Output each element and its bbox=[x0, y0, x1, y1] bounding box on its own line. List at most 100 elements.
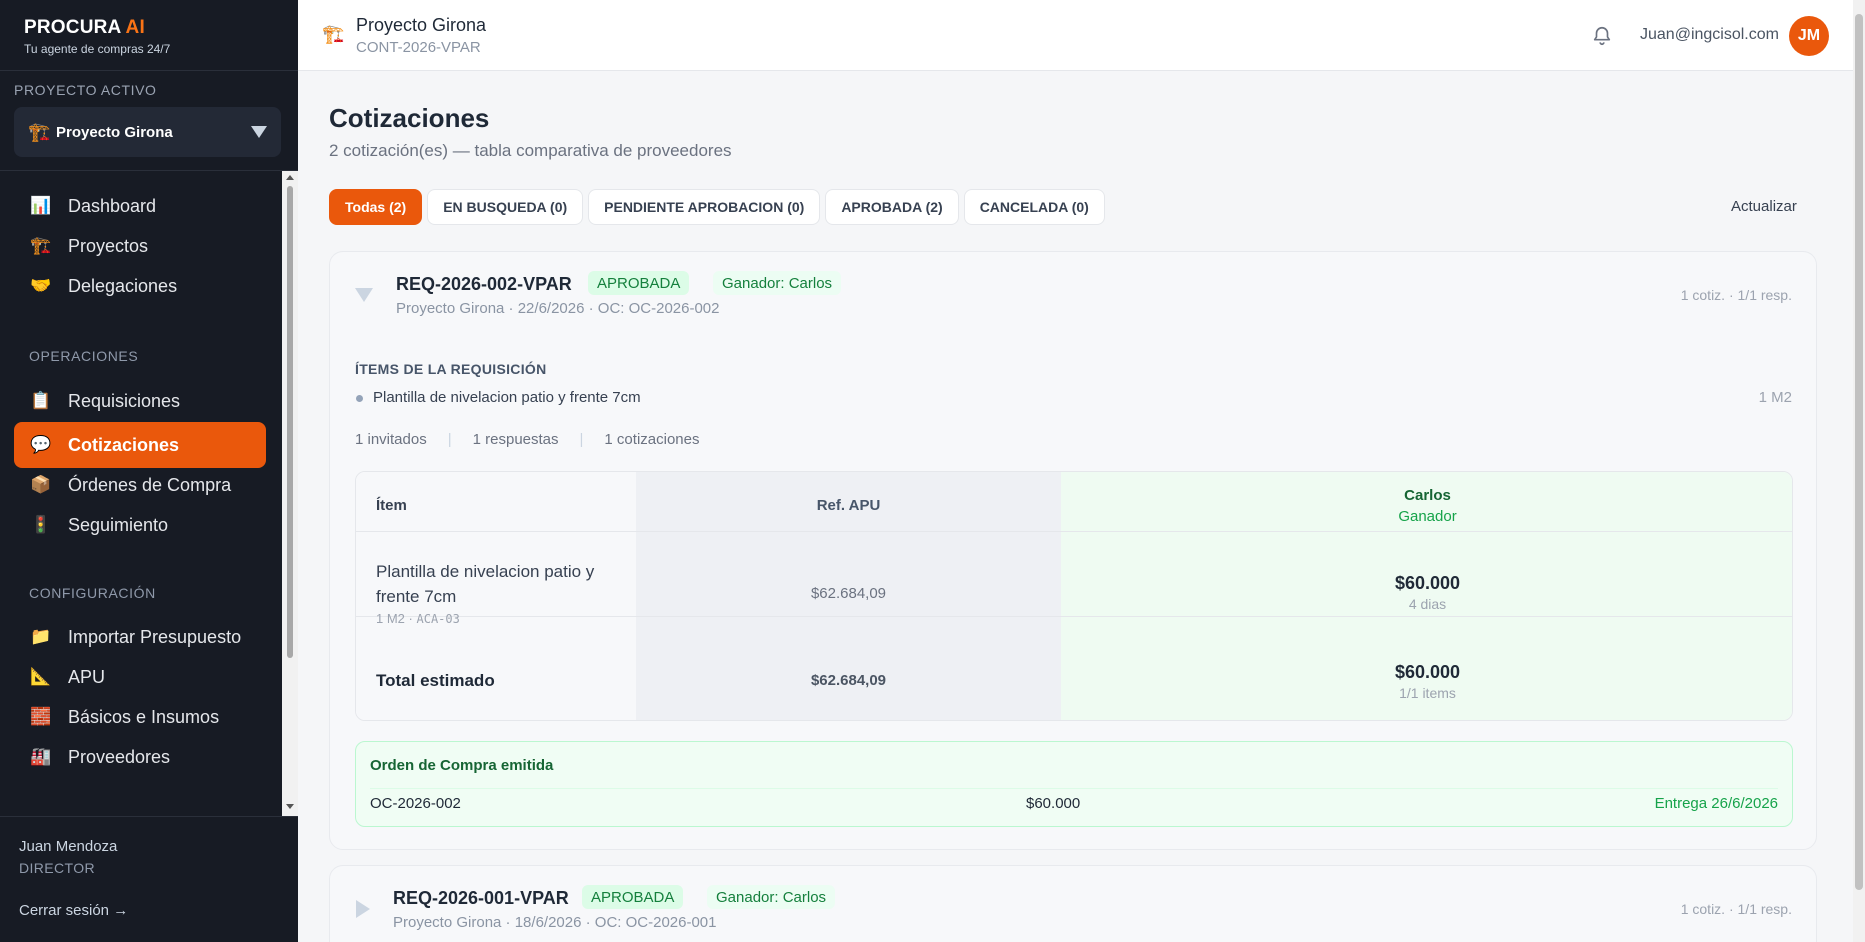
factory-icon: 🏭 bbox=[30, 747, 52, 766]
project-select[interactable]: 🏗️ Proyecto Girona bbox=[14, 107, 281, 157]
total-supplier-price: $60.000 bbox=[1394, 662, 1461, 682]
tab-aprobada[interactable]: APROBADA (2) bbox=[825, 189, 959, 225]
bullet-icon bbox=[356, 395, 363, 402]
sidebar-item-seguimiento[interactable]: 🚦 Seguimiento bbox=[14, 502, 266, 548]
page-subtitle: 2 cotización(es) — tabla comparativa de … bbox=[329, 141, 732, 160]
project-select-value: Proyecto Girona bbox=[56, 123, 173, 141]
sidebar: PROCURA AI Tu agente de compras 24/7 PRO… bbox=[0, 0, 298, 942]
folder-icon: 📁 bbox=[30, 627, 52, 646]
topbar: 🏗️ Proyecto Girona CONT-2026-VPAR Juan@i… bbox=[298, 0, 1853, 71]
stat-quotes: 1 cotizaciones bbox=[604, 431, 700, 448]
avatar[interactable]: JM bbox=[1789, 16, 1829, 56]
winner-badge: Ganador: Carlos bbox=[713, 271, 842, 295]
construction-crane-icon: 🏗️ bbox=[28, 121, 51, 142]
status-badge: APROBADA bbox=[588, 271, 690, 295]
comparison-table: Ítem Ref. APU Carlos Ganador Plantilla d… bbox=[355, 471, 1793, 721]
tab-todas[interactable]: Todas (2) bbox=[329, 189, 423, 225]
speech-bubble-icon: 💬 bbox=[30, 435, 52, 454]
requisition-card: REQ-2026-002-VPAR APROBADA Ganador: Carl… bbox=[329, 251, 1817, 850]
stat-separator: | bbox=[447, 431, 452, 448]
header-supplier: Carlos bbox=[1404, 487, 1451, 504]
requisition-code[interactable]: REQ-2026-001-VPAR bbox=[393, 888, 569, 909]
sidebar-scroll-thumb[interactable] bbox=[287, 186, 293, 658]
tab-cancelada[interactable]: CANCELADA (0) bbox=[963, 189, 1105, 225]
purchase-order-title: Orden de Compra emitida bbox=[370, 757, 554, 774]
header-item: Ítem bbox=[376, 497, 407, 514]
row-item-name: Plantilla de nivelacion patio y frente 7… bbox=[376, 562, 595, 606]
brand-name: PROCURA bbox=[24, 17, 121, 38]
user-email[interactable]: Juan@ingcisol.com bbox=[1640, 26, 1779, 44]
row-delivery-days: 4 dias bbox=[1408, 596, 1447, 612]
sidebar-item-label: Requisiciones bbox=[68, 390, 181, 411]
brand: PROCURA AI Tu agente de compras 24/7 bbox=[0, 0, 298, 71]
user-role: DIRECTOR bbox=[19, 860, 96, 876]
row-divider bbox=[356, 531, 1792, 532]
brand-ai: AI bbox=[125, 17, 145, 38]
header-winner-tag: Ganador bbox=[1398, 508, 1457, 525]
scroll-down-arrow-icon[interactable] bbox=[286, 804, 294, 809]
construction-icon: 🏗️ bbox=[30, 236, 52, 255]
chevron-down-icon bbox=[251, 126, 267, 138]
app-root: PROCURA AI Tu agente de compras 24/7 PRO… bbox=[0, 0, 1865, 942]
tab-pendiente-aprobacion[interactable]: PENDIENTE APROBACION (0) bbox=[588, 189, 821, 225]
refresh-button[interactable]: Actualizar bbox=[1731, 198, 1797, 215]
main-content: Cotizaciones 2 cotización(es) — tabla co… bbox=[298, 71, 1853, 942]
page-scroll-thumb[interactable] bbox=[1855, 14, 1863, 890]
purchase-order-box: Orden de Compra emitida OC-2026-002 $60.… bbox=[355, 741, 1793, 827]
row-item-qty: 1 M2 bbox=[376, 611, 405, 626]
handshake-icon: 🤝 bbox=[30, 276, 52, 295]
total-items-count: 1/1 items bbox=[1399, 685, 1456, 701]
sidebar-item-label: Delegaciones bbox=[68, 275, 178, 296]
expand-toggle-icon[interactable] bbox=[356, 900, 370, 918]
ruler-icon: 📐 bbox=[30, 667, 52, 686]
sidebar-item-label: APU bbox=[68, 666, 106, 687]
requisition-item-qty: 1 M2 bbox=[1758, 389, 1792, 406]
collapse-toggle-icon[interactable] bbox=[355, 288, 373, 302]
requisition-code[interactable]: REQ-2026-002-VPAR bbox=[396, 274, 572, 295]
topbar-contract-code: CONT-2026-VPAR bbox=[356, 39, 481, 56]
brand-tagline: Tu agente de compras 24/7 bbox=[24, 42, 171, 56]
total-apu: $62.684,09 bbox=[810, 672, 887, 689]
row-supplier-price: $60.000 bbox=[1394, 573, 1461, 593]
total-label: Total estimado bbox=[376, 671, 495, 690]
row-meta-separator: · bbox=[408, 611, 413, 626]
requisition-card: REQ-2026-001-VPAR APROBADA Ganador: Carl… bbox=[329, 865, 1817, 942]
sidebar-item-label: Dashboard bbox=[68, 195, 157, 216]
bricks-icon: 🧱 bbox=[30, 707, 52, 726]
tab-en-busqueda[interactable]: EN BUSQUEDA (0) bbox=[427, 189, 584, 225]
sidebar-item-delegaciones[interactable]: 🤝 Delegaciones bbox=[14, 263, 266, 309]
purchase-order-number[interactable]: OC-2026-002 bbox=[370, 795, 461, 812]
requisition-meta: Proyecto Girona · 22/6/2026 · OC: OC-202… bbox=[396, 300, 720, 317]
section-configuracion: CONFIGURACIÓN bbox=[29, 585, 156, 601]
topbar-project-name: Proyecto Girona bbox=[356, 15, 487, 35]
clipboard-icon: 📋 bbox=[30, 391, 52, 410]
sidebar-item-label: Órdenes de Compra bbox=[68, 474, 232, 495]
row-item-meta: 1 M2 · ACA-03 bbox=[376, 611, 460, 626]
construction-icon: 🏗️ bbox=[322, 24, 345, 44]
header-ref-apu: Ref. APU bbox=[816, 497, 881, 514]
row-item-code: ACA-03 bbox=[416, 612, 460, 626]
sidebar-item-label: Proveedores bbox=[68, 746, 171, 767]
sidebar-item-label: Básicos e Insumos bbox=[68, 706, 220, 727]
quote-count: 1 cotiz. · 1/1 resp. bbox=[1680, 287, 1792, 303]
bell-icon[interactable] bbox=[1591, 24, 1613, 48]
requisition-meta: Proyecto Girona · 18/6/2026 · OC: OC-202… bbox=[393, 914, 717, 931]
requisition-item-name: Plantilla de nivelacion patio y frente 7… bbox=[373, 389, 641, 406]
logout-link[interactable]: Cerrar sesión → bbox=[19, 902, 128, 919]
chart-icon: 📊 bbox=[30, 196, 52, 215]
quote-count: 1 cotiz. · 1/1 resp. bbox=[1680, 901, 1792, 917]
row-divider bbox=[356, 616, 1792, 617]
scroll-up-arrow-icon[interactable] bbox=[286, 175, 294, 180]
sidebar-item-label: Importar Presupuesto bbox=[68, 626, 242, 647]
items-section-title: ÍTEMS DE LA REQUISICIÓN bbox=[355, 361, 547, 377]
stat-separator: | bbox=[579, 431, 584, 448]
purchase-order-amount: $60.000 bbox=[1026, 795, 1081, 812]
status-filter-tabs: Todas (2) EN BUSQUEDA (0) PENDIENTE APRO… bbox=[329, 189, 1105, 225]
sidebar-item-proveedores[interactable]: 🏭 Proveedores bbox=[14, 734, 266, 780]
sidebar-item-label: Cotizaciones bbox=[68, 434, 180, 455]
sidebar-item-label: Seguimiento bbox=[68, 514, 169, 535]
brand-logo[interactable]: PROCURA AI bbox=[24, 17, 274, 39]
sidebar-item-requisiciones[interactable]: 📋 Requisiciones bbox=[14, 378, 266, 424]
user-name: Juan Mendoza bbox=[19, 838, 118, 855]
row-apu-value: $62.684,09 bbox=[810, 585, 887, 602]
